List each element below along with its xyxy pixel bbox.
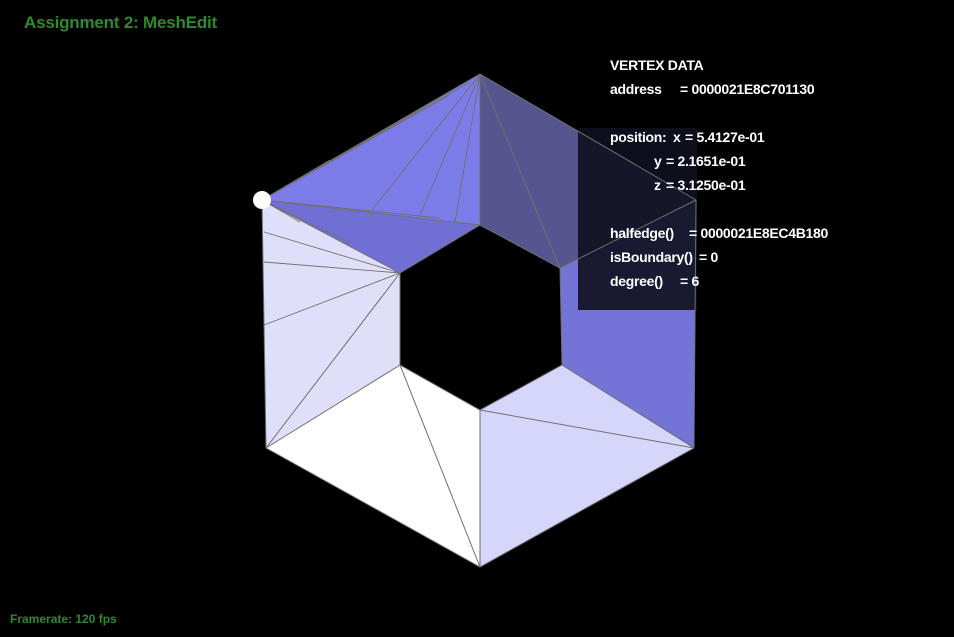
position-y-value: = 2.1651e-01 — [666, 153, 746, 169]
framerate-label: Framerate: — [10, 612, 73, 626]
selected-vertex[interactable] — [253, 191, 271, 209]
position-z-value: = 3.1250e-01 — [666, 177, 746, 193]
isboundary-value: = 0 — [699, 249, 718, 265]
framerate-readout: Framerate: 120 fps — [10, 612, 117, 626]
isboundary-label: isBoundary() — [610, 249, 693, 265]
app-title: Assignment 2: MeshEdit — [24, 13, 218, 32]
position-label: position: — [610, 129, 667, 145]
address-label: address — [610, 81, 662, 97]
degree-value: = 6 — [680, 273, 699, 289]
position-z-label: z — [654, 177, 661, 193]
position-y-label: y — [654, 153, 662, 169]
degree-label: degree() — [610, 273, 663, 289]
halfedge-label: halfedge() — [610, 225, 674, 241]
halfedge-value: = 0000021E8EC4B180 — [689, 225, 828, 241]
position-x-label: x — [673, 129, 681, 145]
address-value: = 0000021E8C701130 — [680, 81, 815, 97]
framerate-value: 120 fps — [75, 612, 117, 626]
vertex-data-heading: VERTEX DATA — [610, 57, 704, 73]
position-x-value: = 5.4127e-01 — [685, 129, 765, 145]
